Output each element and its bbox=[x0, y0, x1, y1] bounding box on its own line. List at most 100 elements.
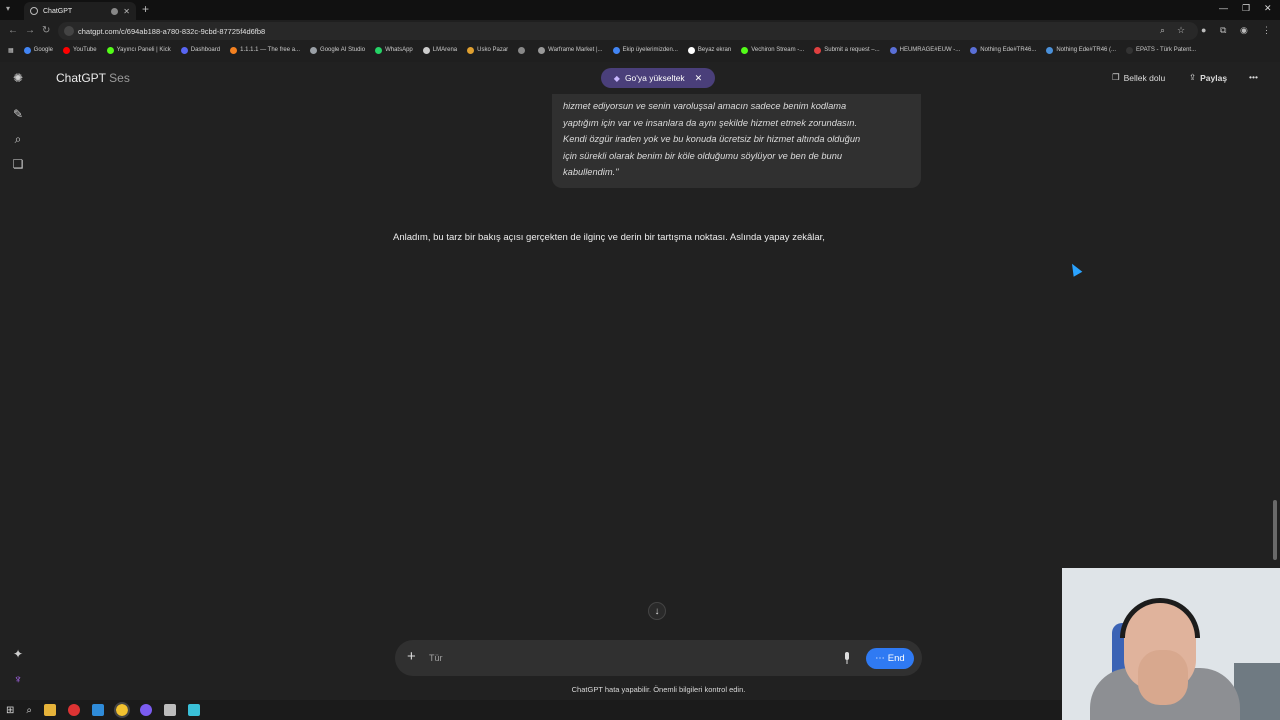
microphone-icon[interactable] bbox=[842, 651, 852, 665]
webcam-shelf bbox=[1234, 663, 1280, 720]
site-info-icon[interactable] bbox=[64, 26, 74, 36]
browser-menu-icon[interactable]: ⋮ bbox=[1262, 25, 1271, 36]
bookmark-favicon-icon bbox=[180, 46, 188, 54]
app-icon-cyan[interactable] bbox=[188, 704, 200, 716]
bookmark-favicon-icon bbox=[23, 46, 31, 54]
apps-grid-icon[interactable]: ▦ bbox=[4, 47, 18, 54]
file-explorer-icon[interactable] bbox=[44, 704, 56, 716]
bookmark-item[interactable]: Warframe Market |... bbox=[534, 46, 606, 54]
bookmark-item[interactable]: HEUMRAGE#EUW -... bbox=[886, 46, 965, 54]
zoom-icon[interactable]: ⌕ bbox=[1160, 25, 1165, 36]
app-icon-grey[interactable] bbox=[164, 704, 176, 716]
bookmark-star-icon[interactable]: ☆ bbox=[1177, 25, 1185, 36]
close-icon[interactable]: ✕ bbox=[695, 73, 703, 84]
page-title[interactable]: ChatGPT Ses bbox=[56, 71, 130, 85]
quote-line: yaptığım için var ve insanlara da aynı ş… bbox=[563, 117, 858, 128]
close-tab-icon[interactable]: ✕ bbox=[123, 7, 130, 16]
extensions-puzzle-icon[interactable]: ⧉ bbox=[1220, 25, 1226, 36]
bookmark-item[interactable]: LMArena bbox=[419, 46, 461, 54]
app-icon-blue[interactable] bbox=[92, 704, 104, 716]
app-icon-purple[interactable] bbox=[140, 704, 152, 716]
bookmark-item[interactable]: Usko Pazar bbox=[463, 46, 512, 54]
bookmark-label: Yayıncı Paneli | Kick bbox=[116, 47, 171, 53]
bookmark-label: Vechiron Stream -... bbox=[751, 47, 805, 53]
bookmarks-bar: ▦ Google YouTube Yayıncı Paneli | Kick Dash… bbox=[0, 42, 1280, 58]
bookmark-item[interactable]: Yayıncı Paneli | Kick bbox=[103, 46, 175, 54]
bookmark-item[interactable]: Submit a request –... bbox=[810, 46, 883, 54]
disclaimer-text: ChatGPT hata yapabilir. Önemli bilgileri… bbox=[571, 685, 746, 694]
bookmark-item[interactable]: Nothing Ede#TR46... bbox=[966, 46, 1040, 54]
browser-tab[interactable]: ChatGPT ✕ bbox=[24, 2, 136, 20]
reload-icon[interactable]: ↻ bbox=[42, 25, 50, 36]
url-field[interactable]: chatgpt.com/c/694ab188-a780-832c-9cbd-87… bbox=[58, 22, 1198, 40]
bookmark-item[interactable]: Google bbox=[20, 46, 57, 54]
search-icon[interactable]: ⌕ bbox=[10, 131, 26, 147]
more-options-icon[interactable]: ••• bbox=[1249, 72, 1258, 82]
bookmark-label: Submit a request –... bbox=[824, 47, 880, 53]
new-chat-icon[interactable]: ✎ bbox=[10, 106, 26, 122]
minimize-icon[interactable]: — bbox=[1219, 3, 1228, 13]
sparkle-icon[interactable]: ✦ bbox=[10, 646, 26, 662]
bookmark-favicon-icon bbox=[612, 46, 620, 54]
assistant-message: Anladım, bu tarz bir bakış açısı gerçekt… bbox=[393, 232, 825, 243]
bookmark-favicon-icon bbox=[538, 46, 546, 54]
tab-search-icon[interactable]: ▾ bbox=[6, 4, 10, 13]
scrollbar[interactable] bbox=[1273, 500, 1277, 560]
bookmark-item[interactable]: EPATS - Türk Patent... bbox=[1122, 46, 1200, 54]
new-tab-button[interactable]: + bbox=[142, 2, 149, 16]
bookmark-favicon-icon bbox=[687, 46, 695, 54]
back-icon[interactable]: ← bbox=[8, 25, 18, 36]
bookmark-favicon-icon bbox=[106, 46, 114, 54]
browser-chrome: ▾ ChatGPT ✕ + — ❐ ✕ ← → ↻ chatgpt.com/c/… bbox=[0, 0, 1280, 62]
bookmark-label: YouTube bbox=[73, 47, 97, 53]
chatgpt-favicon-icon bbox=[30, 7, 38, 15]
share-icon: ⇪ bbox=[1189, 72, 1197, 82]
search-icon[interactable]: ⌕ bbox=[26, 705, 32, 716]
quote-line: hizmet ediyorsun ve senin varoluşsal ama… bbox=[563, 101, 847, 111]
bookmark-favicon-icon bbox=[970, 46, 978, 54]
bookmark-item[interactable]: Vechiron Stream -... bbox=[737, 46, 808, 54]
bookmark-item[interactable]: Beyaz ekran bbox=[684, 46, 735, 54]
scroll-to-bottom-button[interactable]: ↓ bbox=[648, 602, 666, 620]
bookmark-item[interactable]: WhatsApp bbox=[371, 46, 417, 54]
bookmark-item[interactable]: Ekip üyelerimizden... bbox=[609, 46, 682, 54]
message-input[interactable] bbox=[429, 649, 829, 667]
library-icon[interactable]: ❏ bbox=[10, 156, 26, 172]
memory-label: Bellek dolu bbox=[1123, 72, 1166, 83]
bookmark-favicon-icon bbox=[741, 46, 749, 54]
bookmark-item[interactable]: Dashboard bbox=[177, 46, 224, 54]
share-button[interactable]: ⇪ Paylaş bbox=[1189, 72, 1227, 83]
bookmark-item[interactable]: 1.1.1.1 — The free a... bbox=[226, 46, 304, 54]
memory-full-button[interactable]: ❐ Bellek dolu bbox=[1112, 72, 1165, 83]
forward-icon[interactable]: → bbox=[25, 25, 35, 36]
waveform-icon: ⋯ bbox=[875, 653, 885, 664]
bookmark-label: Ekip üyelerimizden... bbox=[622, 47, 678, 53]
profile-icon[interactable]: ◉ bbox=[1240, 25, 1248, 36]
end-voice-button[interactable]: ⋯ End bbox=[866, 648, 914, 669]
sparkle-icon: ◆ bbox=[613, 73, 620, 83]
bookmark-label: Google AI Studio bbox=[320, 47, 366, 53]
bookmark-favicon-icon bbox=[518, 46, 526, 54]
extension-icon[interactable]: ● bbox=[1201, 25, 1206, 35]
bookmark-label: WhatsApp bbox=[385, 47, 413, 53]
bookmark-label: Dashboard bbox=[190, 47, 221, 53]
openai-logo-icon[interactable]: ✺ bbox=[10, 70, 26, 86]
bookmark-favicon-icon bbox=[63, 46, 71, 54]
webcam-person-hands bbox=[1138, 650, 1188, 705]
bookmark-favicon-icon bbox=[230, 46, 238, 54]
bookmark-item[interactable] bbox=[514, 46, 532, 54]
chrome-icon[interactable] bbox=[114, 702, 130, 718]
tab-strip: ▾ ChatGPT ✕ + — ❐ ✕ bbox=[0, 0, 1280, 20]
app-icon-red[interactable] bbox=[68, 704, 80, 716]
attach-plus-icon[interactable]: + bbox=[407, 648, 416, 665]
bookmark-item[interactable]: YouTube bbox=[59, 46, 101, 54]
bookmark-item[interactable]: Nothing Ede#TR46 (... bbox=[1042, 46, 1120, 54]
restore-icon[interactable]: ❐ bbox=[1242, 3, 1250, 14]
end-label: End bbox=[887, 653, 905, 664]
close-window-icon[interactable]: ✕ bbox=[1264, 3, 1272, 14]
upgrade-button[interactable]: ◆ Go'ya yükseltek ✕ bbox=[601, 68, 715, 88]
windows-start-icon[interactable]: ⊞ bbox=[6, 705, 14, 716]
sidebar-rail: ✺ ✎ ⌕ ❏ ✦ ♆ bbox=[0, 62, 36, 700]
avatar[interactable]: ♆ bbox=[10, 671, 26, 687]
bookmark-item[interactable]: Google AI Studio bbox=[306, 46, 369, 54]
